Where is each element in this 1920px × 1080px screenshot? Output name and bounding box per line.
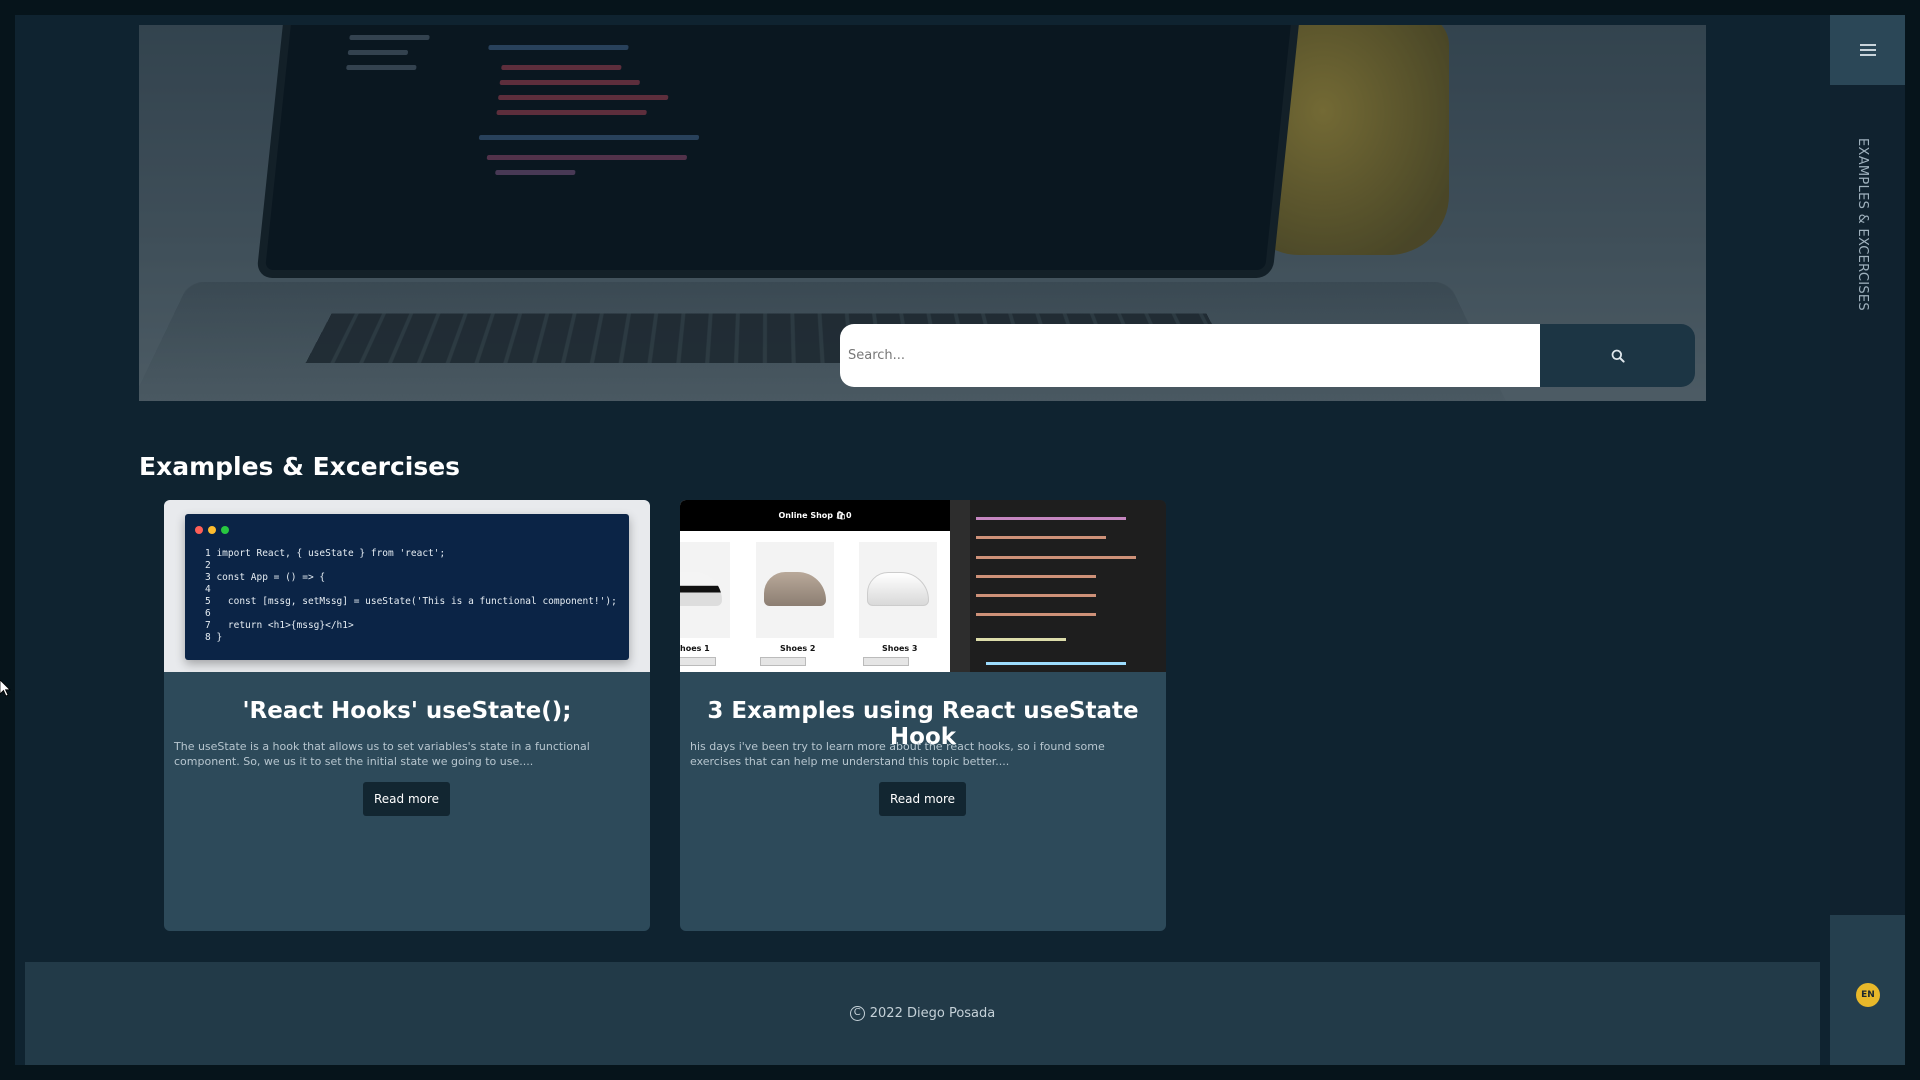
close-dot-icon <box>195 526 203 534</box>
copyright-text: 2022 Diego Posada <box>869 1006 996 1021</box>
search-icon <box>1611 349 1625 363</box>
search-button[interactable] <box>1540 324 1695 387</box>
hamburger-icon <box>1859 44 1876 56</box>
language-switch-button[interactable]: EN <box>1856 983 1880 1007</box>
copyright-icon: C <box>849 1006 865 1021</box>
right-sidebar: EXAMPLES & EXCERCISES EN <box>1830 15 1905 1065</box>
search-bar <box>840 324 1695 387</box>
code-snippet: 1 import React, { useState } from 'react… <box>205 548 617 643</box>
language-panel: EN <box>1830 915 1905 1065</box>
shop-header: Online Shop 🛍0 <box>680 500 950 531</box>
article-card[interactable]: Online Shop 🛍0 hoes 1 Shoes 2 Shoes 3 3 … <box>680 500 1166 931</box>
read-more-button[interactable]: Read more <box>879 782 967 816</box>
section-vertical-label: EXAMPLES & EXCERCISES <box>1855 138 1870 311</box>
editor-activity-bar <box>950 500 970 672</box>
card-description: The useState is a hook that allows us to… <box>174 740 590 768</box>
shop-screenshot: Online Shop 🛍0 hoes 1 Shoes 2 Shoes 3 <box>680 500 950 672</box>
footer: C 2022 Diego Posada <box>25 962 1820 1065</box>
read-more-button[interactable]: Read more <box>363 782 451 816</box>
code-window: 1 import React, { useState } from 'react… <box>185 514 629 660</box>
card-title[interactable]: 'React Hooks' useState(); <box>164 698 650 724</box>
card-thumbnail: Online Shop 🛍0 hoes 1 Shoes 2 Shoes 3 <box>680 500 1166 672</box>
search-input[interactable] <box>840 324 1540 387</box>
card-thumbnail: 1 import React, { useState } from 'react… <box>164 500 650 672</box>
maximize-dot-icon <box>221 526 229 534</box>
article-card[interactable]: 1 import React, { useState } from 'react… <box>164 500 650 931</box>
card-description: his days i've been try to learn more abo… <box>690 740 1105 768</box>
section-title: Examples & Excercises <box>139 452 461 481</box>
hero-banner <box>139 25 1706 401</box>
code-editor-screenshot <box>970 500 1166 672</box>
menu-button[interactable] <box>1830 15 1905 85</box>
minimize-dot-icon <box>208 526 216 534</box>
